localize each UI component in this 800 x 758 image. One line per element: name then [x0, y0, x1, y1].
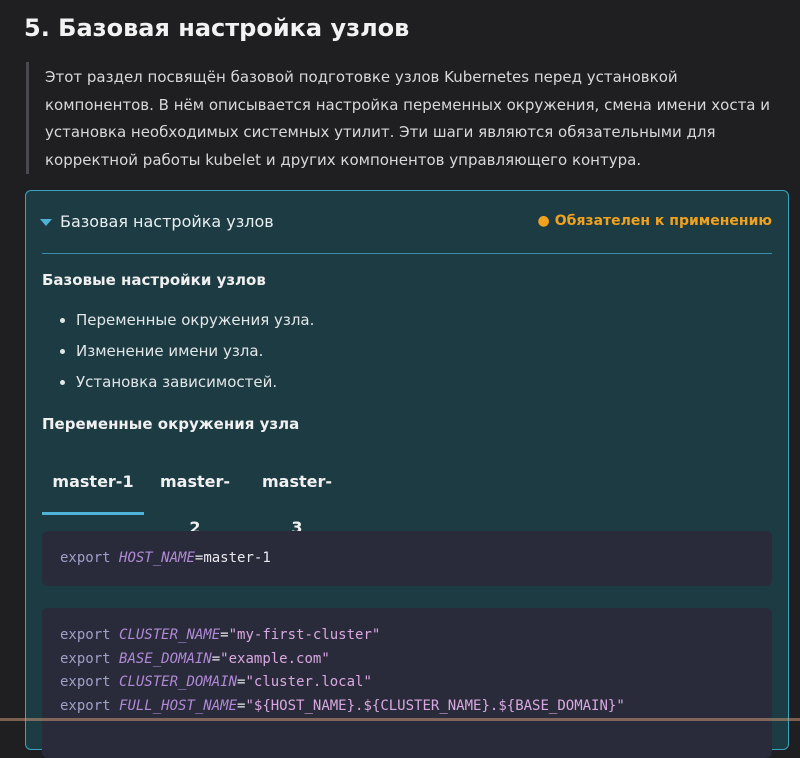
code-keyword: export [60, 674, 111, 690]
code-string: "cluster.local" [245, 674, 372, 690]
intro-line: корректной работы kubelet и других компо… [45, 150, 642, 169]
code-line: export HOST_NAME=master-1 [60, 547, 754, 571]
code-variable: FULL_HOST_NAME [119, 697, 238, 714]
code-line: export CLUSTER_NAME="my-first-cluster" [60, 624, 754, 648]
intro-blockquote: Этот раздел посвящён базовой подготовке … [26, 62, 778, 174]
list-item: Изменение имени узла. [60, 336, 314, 367]
node-setup-panel: Базовая настройка узлов ● Обязателен к пр… [25, 190, 789, 758]
code-line: export BASE_DOMAIN="example.com" [60, 648, 754, 672]
code-keyword: export [60, 697, 111, 714]
tab-master-3[interactable]: master-3 [262, 459, 332, 537]
code-block-hostname[interactable]: export HOST_NAME=master-1 [42, 531, 772, 586]
intro-line: установка необходимых системных утилит. … [45, 123, 716, 141]
tab-master-2[interactable]: master-2 [160, 459, 230, 537]
code-string: "example.com" [220, 650, 330, 667]
code-operator: = [220, 627, 229, 643]
intro-line: компонентов. В нём описывается настройка… [45, 95, 771, 114]
caret-down-icon[interactable] [40, 219, 52, 226]
status-dot-icon: ● [537, 213, 550, 229]
code-keyword: export [60, 627, 111, 643]
code-variable: CLUSTER_NAME [119, 627, 221, 643]
intro-line: Этот раздел посвящён базовой подготовке … [45, 68, 678, 86]
code-keyword: export [60, 650, 111, 667]
code-operator: = [211, 650, 221, 667]
code-string: "${HOST_NAME}.${CLUSTER_NAME}.${BASE_DOM… [245, 697, 625, 714]
code-string: "my-first-cluster" [228, 627, 381, 643]
panel-title[interactable]: Базовая настройка узлов [60, 212, 274, 231]
panel-divider [42, 253, 772, 254]
code-variable: HOST_NAME [119, 550, 195, 566]
list-item: Установка зависимостей. [60, 367, 314, 398]
code-block-cluster-env[interactable]: export CLUSTER_NAME="my-first-cluster" e… [42, 608, 772, 758]
section-heading-env: Переменные окружения узла [42, 415, 300, 433]
panel-header-toggle[interactable]: Базовая настройка узлов ● Обязателен к пр… [26, 191, 788, 253]
tab-master-1[interactable]: master-1 [42, 459, 144, 515]
code-value: master-1 [203, 550, 271, 566]
section-heading-basic: Базовые настройки узлов [42, 271, 266, 289]
code-line: export FULL_HOST_NAME="${HOST_NAME}.${CL… [60, 695, 754, 719]
code-keyword: export [60, 550, 111, 566]
code-variable: BASE_DOMAIN [119, 650, 212, 667]
status-text: Обязателен к применению [554, 213, 772, 229]
code-variable: CLUSTER_DOMAIN [119, 674, 238, 690]
list-item: Переменные окружения узла. [60, 305, 314, 336]
status-badge: ● Обязателен к применению [538, 213, 772, 229]
code-line: export CLUSTER_DOMAIN="cluster.local" [60, 671, 754, 695]
page-title: 5. Базовая настройка узлов [24, 14, 410, 42]
settings-list: Переменные окружения узла. Изменение име… [60, 305, 314, 398]
